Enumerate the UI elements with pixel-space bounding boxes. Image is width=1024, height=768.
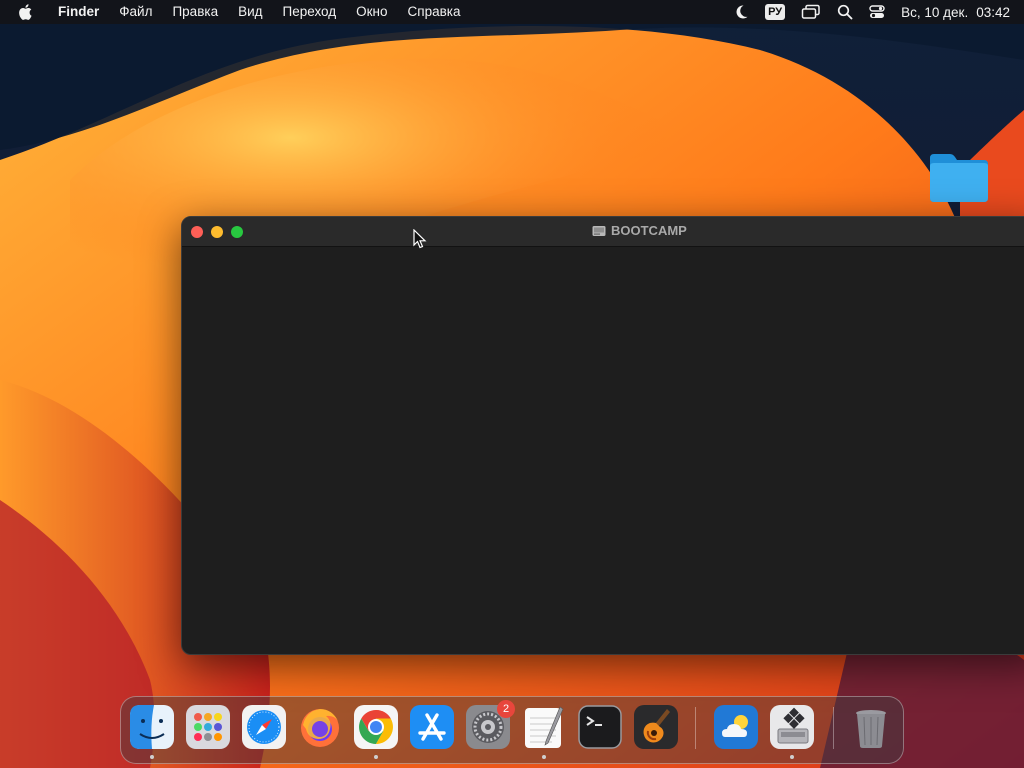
launchpad-icon[interactable] [186, 705, 230, 749]
running-indicator-chrome [374, 755, 378, 759]
mouse-pointer-icon [413, 229, 427, 249]
apple-menu-icon[interactable] [18, 4, 34, 20]
disk-drive-icon [592, 225, 606, 236]
window-title-text: BOOTCAMP [611, 223, 687, 238]
app-store-icon[interactable] [410, 705, 454, 749]
weather-icon[interactable] [714, 705, 758, 749]
dock: 2 [120, 696, 904, 764]
chrome-icon[interactable] [354, 705, 398, 749]
terminal-icon[interactable] [578, 705, 622, 749]
textedit-icon[interactable] [522, 705, 566, 749]
app-menu-finder[interactable]: Finder [48, 0, 109, 24]
running-indicator-bootcamp [790, 755, 794, 759]
safari-icon[interactable] [242, 705, 286, 749]
control-center-icon[interactable] [869, 4, 885, 20]
firefox-icon[interactable] [298, 705, 342, 749]
menu-view[interactable]: Вид [228, 0, 272, 24]
window-zoom-button[interactable] [231, 226, 243, 238]
menu-edit[interactable]: Правка [162, 0, 228, 24]
window-title: BOOTCAMP [592, 223, 687, 238]
running-indicator-textedit [542, 755, 546, 759]
running-indicator-finder [150, 755, 154, 759]
menu-window[interactable]: Окно [346, 0, 397, 24]
menu-bar-clock[interactable]: Вс, 10 дек. 03:42 [901, 5, 1010, 20]
window-minimize-button[interactable] [211, 226, 223, 238]
window-close-button[interactable] [191, 226, 203, 238]
menu-bar: Finder Файл Правка Вид Переход Окно Спра… [0, 0, 1024, 24]
window-titlebar[interactable]: BOOTCAMP [182, 217, 1024, 247]
settings-notification-badge: 2 [497, 700, 515, 718]
dock-separator [695, 707, 696, 749]
clock-time: 03:42 [976, 4, 1010, 20]
finder-icon[interactable] [130, 705, 174, 749]
garageband-icon[interactable] [634, 705, 678, 749]
menu-file[interactable]: Файл [109, 0, 162, 24]
menu-go[interactable]: Переход [273, 0, 347, 24]
menu-help[interactable]: Справка [398, 0, 471, 24]
trash-icon[interactable] [849, 705, 893, 749]
spotlight-search-icon[interactable] [837, 4, 853, 20]
dock-separator [833, 707, 834, 749]
window-content-area[interactable] [182, 247, 1024, 654]
focus-moon-icon[interactable] [733, 4, 749, 20]
finder-window[interactable]: BOOTCAMP [181, 216, 1024, 655]
bootcamp-assistant-icon[interactable] [770, 705, 814, 749]
input-language-indicator[interactable]: РУ [765, 4, 786, 20]
desktop-folder-icon[interactable] [928, 150, 990, 206]
clock-date: Вс, 10 дек. [901, 4, 969, 20]
input-language-label: РУ [765, 4, 786, 20]
system-settings-icon[interactable]: 2 [466, 700, 515, 749]
screen-mirroring-icon[interactable] [801, 4, 821, 20]
